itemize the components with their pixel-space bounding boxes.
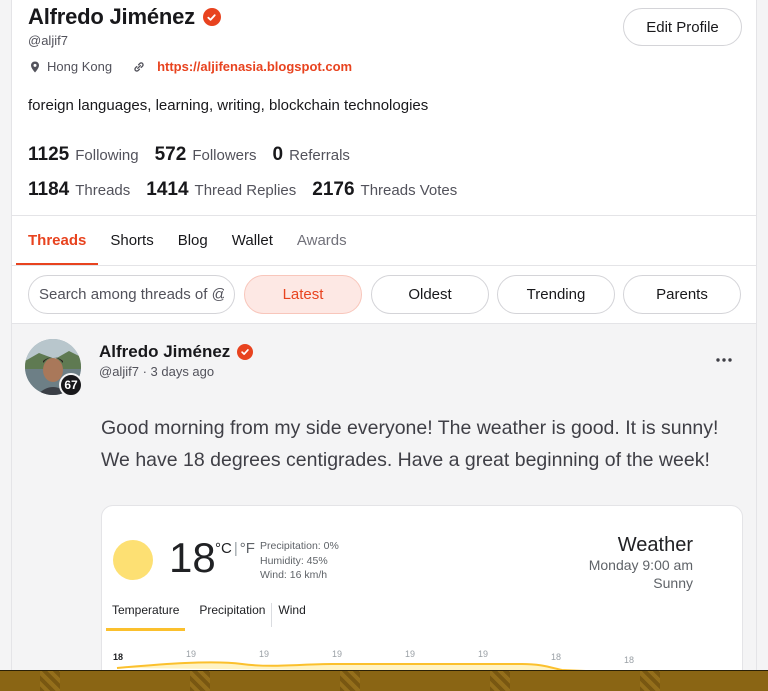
bottom-taskbar	[0, 670, 768, 691]
weather-tab-precipitation[interactable]: Precipitation	[193, 603, 273, 627]
post-time[interactable]: 3 days ago	[151, 364, 215, 379]
temperature-chart-line	[116, 661, 585, 670]
post-text: Good morning from my side everyone! The …	[101, 417, 719, 471]
weather-details: Precipitation: 0% Humidity: 45% Wind: 16…	[260, 539, 339, 583]
location-pin-icon	[28, 60, 42, 74]
filter-latest-button[interactable]: Latest	[244, 275, 362, 314]
weather-tab-wind[interactable]: Wind	[272, 603, 311, 627]
weather-humidity: Humidity: 45%	[260, 554, 328, 567]
stats-row-1: 1125 Following 572 Followers 0 Referrals	[28, 144, 366, 166]
profile-name-row: Alfredo Jiménez	[28, 4, 221, 30]
referrals-count[interactable]: 0	[273, 144, 284, 166]
temperature-units: °C | °F	[215, 540, 255, 557]
unit-celsius[interactable]: °C	[215, 540, 232, 557]
weather-tab-temperature[interactable]: Temperature	[106, 603, 186, 631]
threads-votes-label: Threads Votes	[360, 182, 458, 199]
followers-label[interactable]: Followers	[192, 147, 256, 164]
profile-meta: Hong Kong https://aljifenasia.blogspot.c…	[28, 59, 352, 74]
unit-separator: |	[233, 540, 238, 557]
tab-shorts[interactable]: Shorts	[98, 216, 165, 265]
threads-count: 1184	[28, 179, 70, 200]
post-handle[interactable]: @aljif7	[99, 364, 139, 379]
profile-website-link[interactable]: https://aljifenasia.blogspot.com	[157, 59, 352, 74]
filter-oldest-button[interactable]: Oldest	[371, 275, 489, 314]
weather-card: 18 °C | °F Precipitation: 0% Humidity: 4…	[101, 505, 743, 670]
more-options-icon[interactable]	[712, 350, 736, 370]
unit-fahrenheit[interactable]: °F	[240, 540, 255, 557]
post-meta: @aljif7 · 3 days ago	[99, 364, 214, 379]
tab-wallet[interactable]: Wallet	[220, 216, 285, 265]
weather-condition: Sunny	[653, 575, 693, 591]
profile-location: Hong Kong	[47, 59, 113, 74]
filter-trending-button[interactable]: Trending	[497, 275, 615, 314]
weather-tabs: Temperature Precipitation Wind	[106, 603, 312, 631]
following-label[interactable]: Following	[75, 147, 138, 164]
threads-votes-count: 2176	[312, 179, 355, 200]
tab-awards[interactable]: Awards	[285, 216, 359, 265]
weather-wind: Wind: 16 km/h	[260, 569, 328, 581]
weather-temperature: 18	[169, 534, 216, 581]
post-author-row: Alfredo Jiménez	[99, 342, 254, 362]
profile-bio: foreign languages, learning, writing, bl…	[28, 97, 429, 114]
post-author-name[interactable]: Alfredo Jiménez	[99, 342, 230, 362]
bar-pattern	[490, 671, 510, 691]
level-badge: 67	[59, 373, 83, 397]
profile-handle: @aljif7	[28, 33, 68, 48]
verified-icon	[237, 344, 254, 360]
profile-tabs: Threads Shorts Blog Wallet Awards	[16, 216, 359, 265]
edit-profile-button[interactable]: Edit Profile	[623, 8, 742, 46]
profile-page: Alfredo Jiménez @aljif7 Edit Profile Hon…	[11, 0, 757, 670]
thread-search-input[interactable]	[28, 275, 235, 314]
link-icon	[132, 60, 146, 74]
tab-blog[interactable]: Blog	[166, 216, 220, 265]
bar-pattern	[40, 671, 60, 691]
stats-row-2: 1184 Threads 1414 Thread Replies 2176 Th…	[28, 179, 473, 201]
following-count[interactable]: 1125	[28, 144, 69, 166]
tab-threads[interactable]: Threads	[16, 216, 99, 265]
weather-time: Monday 9:00 am	[588, 557, 693, 573]
bar-pattern	[190, 671, 210, 691]
followers-count[interactable]: 572	[155, 144, 187, 166]
thread-post: 67 Alfredo Jiménez @aljif7 · 3 days ago …	[12, 324, 756, 670]
weather-title: Weather	[617, 534, 693, 556]
divider	[12, 265, 756, 266]
weather-precipitation: Precipitation: 0%	[260, 540, 339, 552]
referrals-label[interactable]: Referrals	[289, 147, 350, 164]
bar-pattern	[340, 671, 360, 691]
filter-parents-button[interactable]: Parents	[623, 275, 741, 314]
thread-replies-label: Thread Replies	[194, 182, 297, 199]
sun-icon	[113, 540, 153, 580]
profile-name: Alfredo Jiménez	[28, 4, 195, 29]
thread-replies-count: 1414	[146, 179, 189, 200]
separator-dot: ·	[142, 364, 151, 379]
threads-label: Threads	[75, 182, 131, 199]
verified-icon	[202, 8, 221, 26]
bar-pattern	[640, 671, 660, 691]
